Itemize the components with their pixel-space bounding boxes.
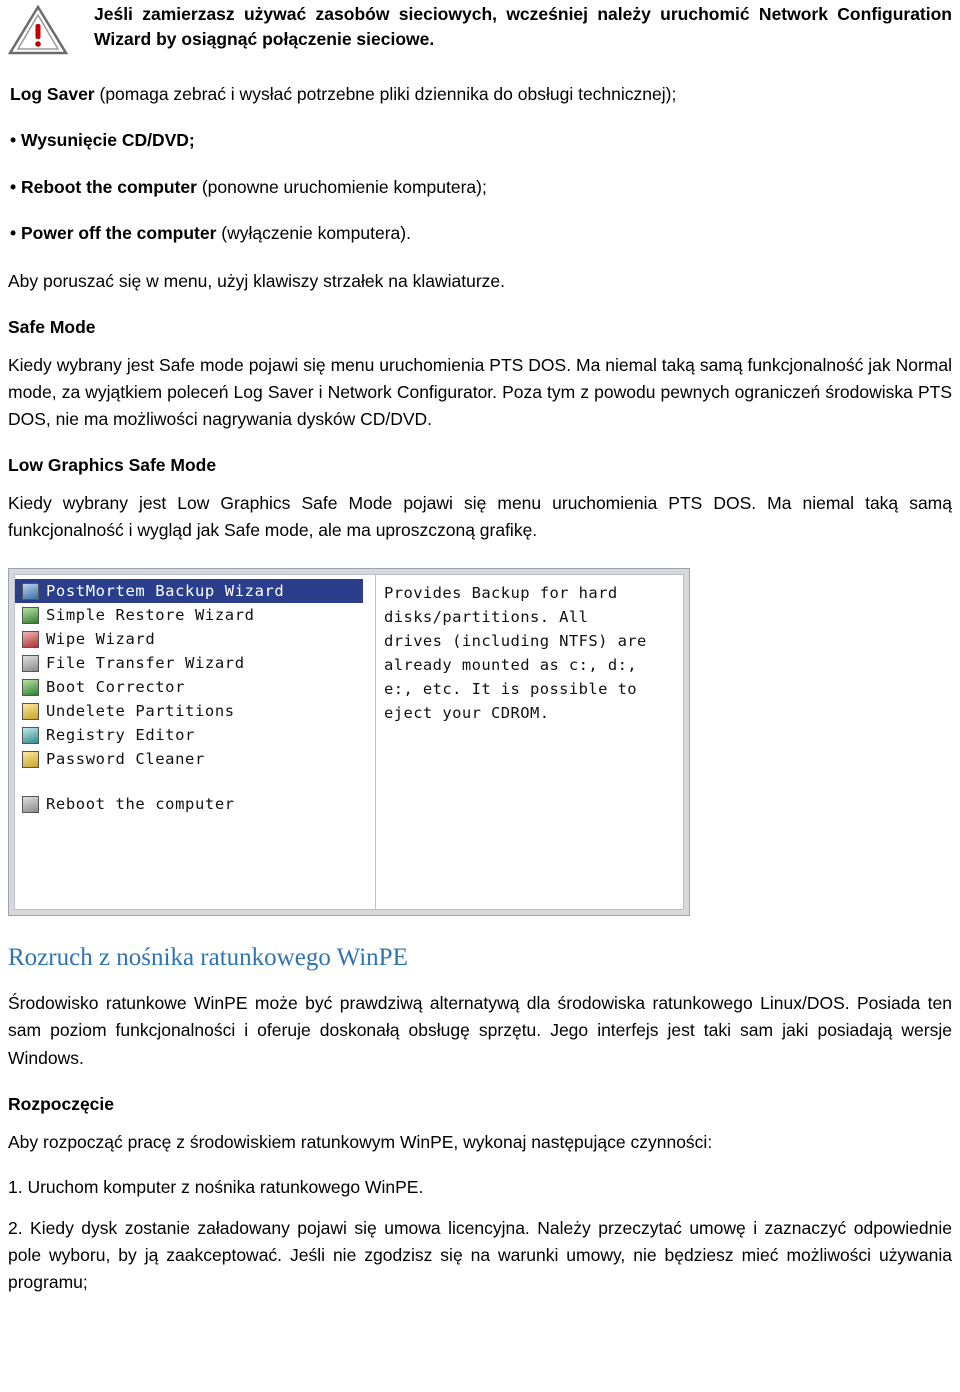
bullet-rest: (wyłączenie komputera). xyxy=(216,223,411,244)
ptsdos-menu-screenshot: PostMortem Backup Wizard Simple Restore … xyxy=(8,568,690,917)
reboot-icon xyxy=(22,795,39,813)
winpe-intro-paragraph: Środowisko ratunkowe WinPE może być praw… xyxy=(8,993,952,1068)
menu-item-label: PostMortem Backup Wizard xyxy=(46,582,285,601)
menu-item-password-cleaner[interactable]: Password Cleaner xyxy=(15,747,375,771)
menu-separator xyxy=(15,771,375,792)
undelete-icon xyxy=(22,702,39,720)
warning-note: Jeśli zamierzasz używać zasobów sieciowy… xyxy=(7,2,952,60)
screenshot-menu-panel: PostMortem Backup Wizard Simple Restore … xyxy=(14,574,376,911)
password-icon xyxy=(22,750,39,768)
boot-corrector-icon xyxy=(22,678,39,696)
menu-item-label: Password Cleaner xyxy=(46,750,205,769)
restore-icon xyxy=(22,606,39,624)
list-item: • Power off the computer (wyłączenie kom… xyxy=(8,221,952,246)
wipe-icon xyxy=(22,630,39,648)
warning-triangle-icon xyxy=(7,4,69,56)
menu-item-label: Wipe Wizard xyxy=(46,630,156,649)
menu-item-simple-restore-wizard[interactable]: Simple Restore Wizard xyxy=(15,603,375,627)
floppy-disk-icon xyxy=(22,582,39,600)
menu-item-label: Boot Corrector xyxy=(46,678,186,697)
description-line: eject your CDROM. xyxy=(384,704,550,723)
description-line: already mounted as c:, d:, xyxy=(384,656,638,675)
registry-icon xyxy=(22,726,39,744)
safe-mode-paragraph: Kiedy wybrany jest Safe mode pojawi się … xyxy=(8,354,952,429)
list-item: • Wysunięcie CD/DVD; xyxy=(8,128,952,153)
safe-mode-heading: Safe Mode xyxy=(8,316,96,337)
menu-item-postmortem-backup-wizard[interactable]: PostMortem Backup Wizard xyxy=(15,579,363,604)
winpe-steps-list: 1. Uruchom komputer z nośnika ratunkoweg… xyxy=(8,1174,952,1297)
menu-item-label: Simple Restore Wizard xyxy=(46,606,255,625)
section-heading-winpe: Rozruch z nośnika ratunkowego WinPE xyxy=(8,944,408,972)
menu-item-registry-editor[interactable]: Registry Editor xyxy=(15,723,375,747)
bullet-bold: • Wysunięcie CD/DVD; xyxy=(10,130,195,151)
menu-item-undelete-partitions[interactable]: Undelete Partitions xyxy=(15,699,375,723)
feature-bullet-list: Log Saver (pomaga zebrać i wysłać potrze… xyxy=(8,82,952,247)
description-line: disks/partitions. All xyxy=(384,608,589,627)
start-paragraph: Aby rozpocząć pracę z środowiskiem ratun… xyxy=(8,1131,713,1152)
list-item: • Reboot the computer (ponowne uruchomie… xyxy=(8,175,952,200)
bullet-rest: (pomaga zebrać i wysłać potrzebne pliki … xyxy=(94,84,677,104)
bullet-rest: (ponowne uruchomienie komputera); xyxy=(196,176,487,197)
description-line: e:, etc. It is possible to xyxy=(384,680,638,699)
low-graphics-safe-mode-heading: Low Graphics Safe Mode xyxy=(8,455,217,475)
bullet-bold: • Reboot the computer xyxy=(10,176,197,197)
screenshot-description-panel: Provides Backup for hard disks/partition… xyxy=(376,574,684,911)
description-line: Provides Backup for hard xyxy=(384,584,618,603)
list-item: Log Saver (pomaga zebrać i wysłać potrze… xyxy=(8,82,952,107)
bullet-bold: • Power off the computer xyxy=(10,223,217,244)
bullet-bold: Log Saver xyxy=(10,84,95,104)
list-item: 2. Kiedy dysk zostanie załadowany pojawi… xyxy=(8,1217,952,1293)
menu-item-label: Registry Editor xyxy=(46,726,195,745)
low-graphics-paragraph: Kiedy wybrany jest Low Graphics Safe Mod… xyxy=(8,493,952,541)
menu-item-label: Reboot the computer xyxy=(46,795,235,814)
page-content: Jeśli zamierzasz używać zasobów sieciowy… xyxy=(7,0,952,1310)
arrow-keys-paragraph: Aby poruszać się w menu, użyj klawiszy s… xyxy=(8,270,505,291)
description-line: drives (including NTFS) are xyxy=(384,632,647,651)
menu-item-label: Undelete Partitions xyxy=(46,702,235,721)
menu-item-label: File Transfer Wizard xyxy=(46,654,245,673)
menu-item-reboot-the-computer[interactable]: Reboot the computer xyxy=(15,792,375,816)
start-heading: Rozpoczęcie xyxy=(8,1093,114,1114)
document-page: Jeśli zamierzasz używać zasobów sieciowy… xyxy=(0,0,960,1392)
list-item: 1. Uruchom komputer z nośnika ratunkoweg… xyxy=(8,1176,424,1197)
warning-note-text: Jeśli zamierzasz używać zasobów sieciowy… xyxy=(94,4,952,49)
menu-item-boot-corrector[interactable]: Boot Corrector xyxy=(15,675,375,699)
file-transfer-icon xyxy=(22,654,39,672)
menu-item-file-transfer-wizard[interactable]: File Transfer Wizard xyxy=(15,651,375,675)
menu-item-wipe-wizard[interactable]: Wipe Wizard xyxy=(15,627,375,651)
